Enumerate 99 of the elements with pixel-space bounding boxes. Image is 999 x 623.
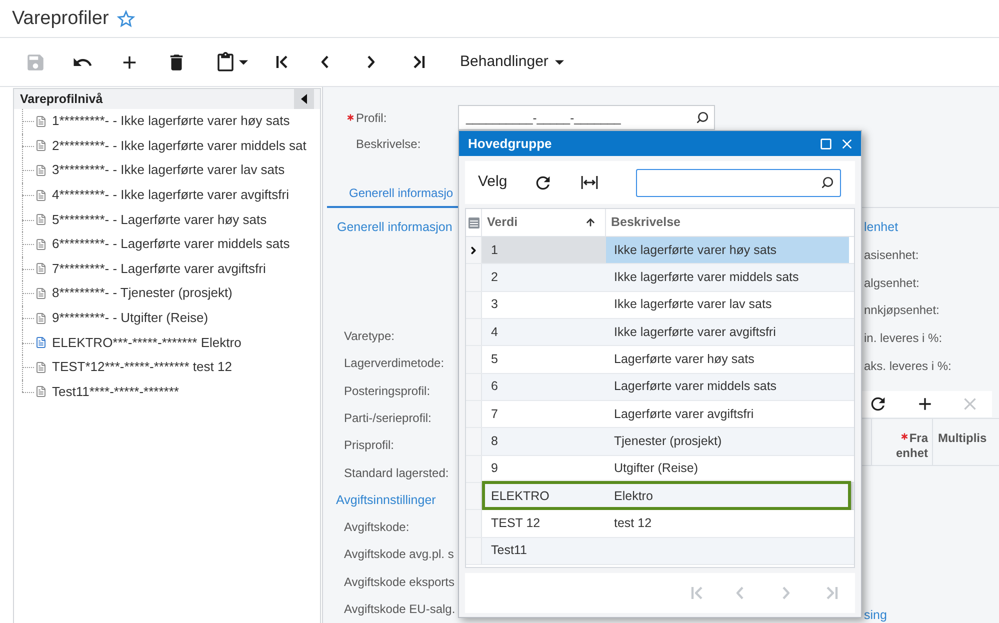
field-label: Avgiftskode: — [343, 520, 410, 536]
tree-title: Vareprofilnivå — [20, 90, 103, 108]
tree-item[interactable]: ELEKTRO***-*****-******* Elektro — [52, 334, 242, 351]
dialog-title: Hovedgruppe — [468, 134, 552, 153]
maximize-button[interactable] — [818, 136, 834, 152]
tree-item[interactable]: 9*********- - Utgifter (Reise) — [52, 310, 208, 326]
field-label: Avgiftskode avg.pl. s — [343, 547, 454, 562]
field-label: Posteringsprofil: — [343, 384, 430, 399]
caret-down-icon — [238, 60, 248, 64]
caret-down-icon — [555, 60, 564, 64]
tree-item[interactable]: TEST*12***-*****-******* test 12 — [52, 359, 232, 376]
field-label: Prisprofil: — [343, 438, 394, 454]
section-heading: lenhet — [863, 220, 898, 236]
tree-item[interactable]: 1*********- - Ikke lagerførte varer høy sats — [52, 113, 290, 130]
first-page-icon — [691, 586, 703, 600]
table-cell: Ikke lagerførte varer høy sats — [606, 237, 849, 264]
tree-item[interactable]: Test11****-*****-******* — [52, 384, 179, 400]
triangle-left-icon — [301, 94, 307, 104]
table-cell: 1 — [482, 237, 606, 264]
table-row[interactable]: ELEKTRO Elektro — [466, 482, 854, 510]
table-row[interactable]: 4 Ikke lagerførte varer avgiftsfri — [466, 318, 854, 346]
page-title: Vareprofiler — [12, 8, 109, 30]
table-row[interactable]: Test11 — [466, 538, 854, 565]
column-header[interactable]: Verdi — [482, 209, 606, 236]
table-row[interactable]: 6 Lagerførte varer middels sats — [466, 374, 854, 401]
section-heading: Avgiftsinnstillinger — [335, 492, 436, 508]
field-label: in. leveres i %: — [863, 331, 942, 346]
last-page-icon — [413, 55, 425, 69]
collapse-button[interactable] — [294, 89, 314, 109]
star-icon[interactable] — [114, 8, 137, 30]
table-cell-text: Ikke lagerførte varer middels sats — [613, 269, 800, 286]
field-label: nnkjøpsenhet: — [863, 303, 940, 318]
table-cell-text: Lagerførte varer høy sats — [613, 351, 756, 368]
clipboard-icon — [214, 52, 236, 72]
field-label: Beskrivelse: — [356, 136, 422, 152]
table-cell-text: 4 — [490, 324, 499, 341]
table-cell-text: 7 — [490, 406, 499, 423]
section-heading: sing — [863, 608, 887, 623]
field-label: Varetype: — [343, 329, 394, 344]
select-button[interactable]: Velg — [478, 171, 508, 194]
column-header[interactable]: Beskrivelse — [606, 209, 849, 236]
table-cell-text: test 12 — [613, 515, 653, 532]
list-icon[interactable] — [468, 216, 480, 228]
table-row[interactable]: 5 Lagerførte varer høy sats — [466, 346, 854, 374]
table-row[interactable]: TEST 12 test 12 — [466, 510, 854, 538]
tree-item[interactable]: 2*********- - Ikke lagerførte varer middels sat — [52, 138, 306, 154]
table-row[interactable]: 8 Tjenester (prosjekt) — [466, 428, 854, 456]
field-label: Standard lagersted: — [343, 466, 449, 481]
table-cell-text: TEST 12 — [490, 515, 542, 532]
search-icon — [696, 111, 709, 124]
actions-menu-button[interactable]: Behandlinger — [460, 46, 564, 78]
table-cell-text: 9 — [490, 460, 499, 478]
first-page-icon — [276, 55, 288, 69]
tree-item[interactable]: 8*********- - Tjenester (prosjekt) — [52, 285, 232, 302]
save-icon — [25, 52, 46, 72]
table-cell-text: Ikke lagerførte varer lav sats — [613, 296, 773, 314]
last-page-icon — [826, 586, 838, 600]
table-cell-text: 5 — [490, 351, 499, 368]
search-field[interactable] — [636, 168, 842, 196]
column-header[interactable]: Multiplis — [933, 419, 999, 466]
table-row[interactable]: 3 Ikke lagerførte varer lav sats — [466, 292, 854, 319]
field-label: aks. leveres i %: — [863, 358, 952, 374]
table-cell-text: 3 — [490, 296, 499, 314]
field-label: Profil: — [356, 110, 388, 126]
tree-item[interactable]: 7*********- - Lagerførte varer avgiftsfri — [52, 260, 266, 277]
column-header[interactable]: Fra enhet — [872, 419, 933, 466]
tree-item[interactable]: 5*********- - Lagerførte varer høy sats — [52, 212, 267, 228]
table-row[interactable]: 9 Utgifter (Reise) — [466, 456, 854, 483]
chevron-left-icon — [736, 586, 744, 600]
fit-width-icon — [580, 176, 598, 189]
table-cell-text: Tjenester (prosjekt) — [613, 433, 723, 450]
chevron-right-icon — [367, 55, 375, 69]
table-cell-text: Ikke lagerførte varer avgiftsfri — [613, 324, 777, 341]
field-label: Avgiftskode eksports — [343, 574, 455, 590]
tree-item[interactable]: 3*********- - Ikke lagerførte varer lav sats — [52, 162, 285, 178]
table-cell-text: Utgifter (Reise) — [613, 460, 700, 478]
field-label: Lagerverdimetode: — [343, 356, 444, 372]
section-heading: Generell informasjon — [336, 220, 452, 236]
table-cell-text: 8 — [490, 433, 499, 450]
search-icon — [821, 176, 834, 189]
table-cell-text: Test11 — [490, 542, 528, 560]
field-label: algsenhet: — [863, 276, 920, 291]
table-row[interactable]: 7 Lagerførte varer avgiftsfri — [466, 400, 854, 428]
tree-item[interactable]: 6*********- - Lagerførte varer middels sats — [52, 236, 290, 252]
table-cell-text: Lagerførte varer avgiftsfri — [613, 406, 755, 423]
field-label: Avgiftskode EU-salg. — [343, 602, 456, 617]
field-label: Parti-/serieprofil: — [343, 411, 432, 426]
field-label: asisenhet: — [863, 248, 919, 264]
table-row[interactable]: 2 Ikke lagerførte varer middels sats — [466, 264, 854, 292]
table-row[interactable]: 1 Ikke lagerførte varer høy sats — [466, 237, 854, 264]
table-cell-text: 2 — [490, 269, 499, 286]
table-cell-text: 6 — [490, 378, 499, 396]
tree-item[interactable]: 4*********- - Ikke lagerførte varer avgiftsfri — [52, 187, 289, 204]
lookup-field[interactable]: __________-_____-_______ — [458, 105, 715, 130]
table-cell-text: ELEKTRO — [490, 488, 550, 505]
chevron-right-icon — [782, 586, 790, 600]
table-cell-text: Lagerførte varer middels sats — [613, 378, 778, 396]
chevron-left-icon — [321, 55, 329, 69]
table-cell-text: Elektro — [613, 488, 654, 505]
